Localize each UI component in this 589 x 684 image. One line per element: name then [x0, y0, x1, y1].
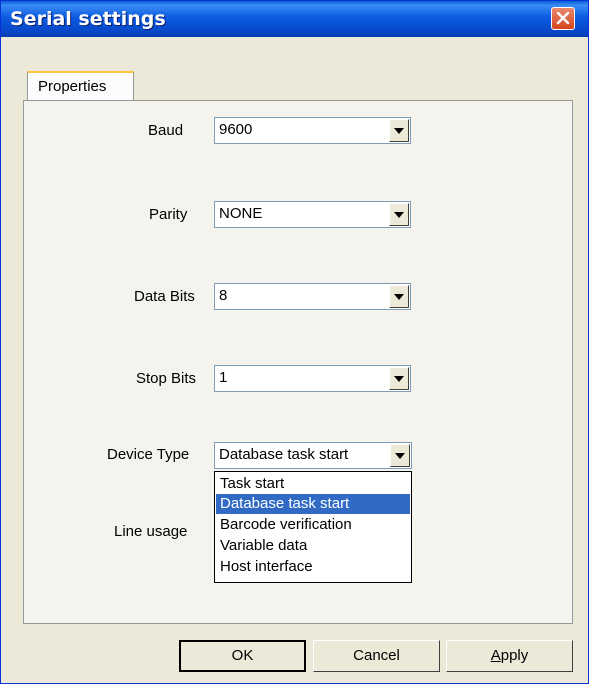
option-host-interface[interactable]: Host interface — [216, 557, 410, 577]
data-bits-dropdown-button[interactable] — [389, 285, 409, 308]
stop-bits-dropdown-button[interactable] — [389, 367, 409, 390]
chevron-down-icon — [394, 128, 404, 134]
chevron-down-icon — [394, 294, 404, 300]
title-bar[interactable]: Serial settings — [1, 1, 588, 37]
tab-properties[interactable]: Properties — [27, 71, 134, 101]
device-type-value: Database task start — [219, 446, 349, 463]
close-icon — [556, 12, 570, 25]
option-variable-data[interactable]: Variable data — [216, 536, 410, 556]
stop-bits-label: Stop Bits — [136, 370, 197, 387]
chevron-down-icon — [394, 212, 404, 218]
cancel-button[interactable]: Cancel — [313, 640, 440, 672]
tab-properties-label: Properties — [38, 78, 107, 95]
baud-value: 9600 — [219, 121, 253, 138]
apply-mnemonic: A — [490, 647, 501, 664]
parity-dropdown-button[interactable] — [389, 203, 409, 226]
parity-select[interactable]: NONE — [214, 201, 411, 228]
apply-button[interactable]: Apply — [446, 640, 573, 672]
data-bits-select[interactable]: 8 — [214, 283, 411, 310]
baud-dropdown-button[interactable] — [389, 119, 409, 142]
ok-button[interactable]: OK — [179, 640, 306, 672]
stop-bits-select[interactable]: 1 — [214, 365, 411, 392]
parity-value: NONE — [219, 205, 263, 222]
data-bits-value: 8 — [219, 287, 228, 304]
parity-label: Parity — [149, 206, 188, 223]
chevron-down-icon — [394, 376, 404, 382]
option-barcode-verification[interactable]: Barcode verification — [216, 515, 410, 535]
device-type-select[interactable]: Database task start — [214, 442, 412, 469]
device-type-dropdown-list: Task start Database task start Barcode v… — [214, 471, 412, 583]
serial-settings-dialog: Serial settings Properties Baud 9600 Par… — [0, 0, 589, 684]
option-database-task-start[interactable]: Database task start — [216, 494, 410, 514]
close-button[interactable] — [551, 7, 575, 30]
baud-select[interactable]: 9600 — [214, 117, 411, 144]
option-task-start[interactable]: Task start — [216, 474, 410, 494]
data-bits-label: Data Bits — [134, 288, 195, 305]
window-title: Serial settings — [10, 8, 166, 30]
device-type-dropdown-button[interactable] — [390, 444, 410, 467]
baud-label: Baud — [148, 122, 184, 139]
device-type-label: Device Type — [107, 446, 190, 463]
chevron-down-icon — [395, 453, 405, 459]
apply-label-rest: pply — [500, 647, 529, 664]
line-usage-label: Line usage — [114, 523, 188, 540]
stop-bits-value: 1 — [219, 369, 228, 386]
